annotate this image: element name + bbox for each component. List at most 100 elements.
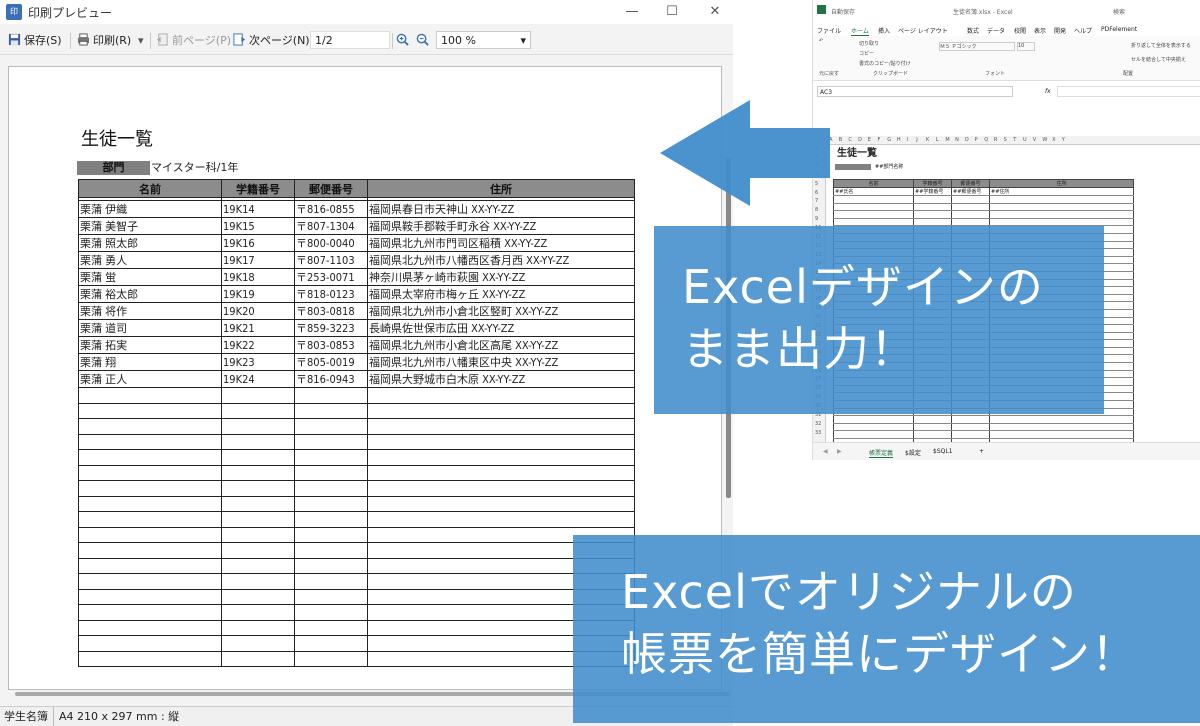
zoom-select[interactable]: 100 % ▾ (436, 31, 531, 49)
sheet-cell[interactable] (989, 415, 1134, 424)
column-letter[interactable]: Y (1062, 137, 1065, 143)
close-button[interactable]: ✕ (703, 2, 727, 22)
sheet-column-header[interactable]: 名前 (833, 179, 914, 188)
column-letter[interactable]: W (1042, 137, 1047, 143)
formula-input[interactable] (1057, 86, 1200, 97)
prev-sheet-icon[interactable]: ◀ (823, 448, 828, 455)
zoom-out-button[interactable] (416, 32, 432, 50)
sheet-cell[interactable] (989, 195, 1134, 204)
column-letter[interactable]: T (1013, 137, 1016, 143)
sheet-cell[interactable] (913, 415, 952, 424)
print-dropdown-caret[interactable]: ▾ (138, 32, 144, 50)
sheet-cell[interactable] (989, 423, 1134, 432)
sheet-cell[interactable]: ##氏名 (833, 187, 914, 196)
format-painter-button[interactable]: 書式のコピー/貼り付け (859, 60, 911, 67)
sheet-cell[interactable] (951, 415, 990, 424)
column-letter[interactable]: R (994, 137, 997, 143)
ribbon-tab[interactable]: 開発 (1054, 26, 1066, 35)
ribbon-tab[interactable]: 表示 (1034, 26, 1046, 35)
zoom-in-button[interactable] (396, 32, 412, 50)
sheet-cell[interactable] (989, 210, 1134, 219)
merge-center-button[interactable]: セルを結合して中央揃え (1131, 56, 1186, 63)
sheet-cell[interactable] (833, 203, 914, 212)
font-name-select[interactable]: ＭＳ Ｐゴシック (939, 42, 1015, 51)
ribbon-tab[interactable]: 校閲 (1014, 26, 1026, 35)
sheet-cell[interactable] (913, 195, 952, 204)
column-letter[interactable]: H (897, 137, 901, 143)
row-number[interactable]: 9 (815, 216, 818, 222)
maximize-button[interactable]: ☐ (660, 2, 684, 22)
sheet-cell[interactable]: ##郵便番号 (951, 187, 990, 196)
copy-button[interactable]: コピー (859, 50, 874, 57)
ribbon-tab[interactable]: ページ レイアウト (898, 26, 948, 35)
next-page-button[interactable]: 次ページ(N) (233, 32, 310, 50)
font-size-select[interactable]: 10 (1017, 42, 1035, 51)
print-button[interactable]: 印刷(R) (77, 32, 131, 50)
sheet-cell[interactable] (951, 203, 990, 212)
sheet-cell[interactable] (951, 195, 990, 204)
sheet-tab[interactable]: 帳票定義 (869, 448, 894, 458)
sheet-cell[interactable] (989, 218, 1134, 227)
minimize-button[interactable]: — (620, 2, 644, 22)
ribbon-tab[interactable]: ホーム (851, 26, 869, 36)
sheet-cell[interactable] (913, 210, 952, 219)
name-box[interactable]: AC3 (817, 86, 1013, 97)
sheet-column-header[interactable]: 住所 (989, 179, 1134, 188)
column-letter[interactable]: X (1052, 137, 1055, 143)
column-letter[interactable]: U (1023, 137, 1027, 143)
sheet-tab[interactable]: $設定 (905, 448, 921, 457)
column-letter[interactable]: D (858, 137, 862, 143)
column-letter[interactable]: G (887, 137, 891, 143)
column-letter[interactable]: E (868, 137, 871, 143)
column-letter[interactable]: B (839, 137, 842, 143)
add-sheet-button[interactable]: + (979, 448, 984, 455)
row-number[interactable]: 32 (815, 421, 821, 427)
sheet-cell[interactable] (951, 430, 990, 439)
sheet-title-cell[interactable]: 生徒一覧 (837, 144, 877, 159)
next-sheet-icon[interactable]: ▶ (837, 448, 842, 455)
sheet-cell[interactable] (989, 430, 1134, 439)
sheet-cell[interactable] (833, 195, 914, 204)
column-letter[interactable]: I (907, 137, 908, 143)
column-letter[interactable]: N (955, 137, 959, 143)
prev-page-button[interactable]: 前ページ(P) (156, 32, 231, 50)
ribbon-tab[interactable]: 挿入 (878, 26, 890, 35)
sheet-cell[interactable] (833, 430, 914, 439)
ribbon-tab[interactable]: 数式 (967, 26, 979, 35)
sheet-cell[interactable] (833, 210, 914, 219)
sheet-cell[interactable] (989, 203, 1134, 212)
sheet-cell[interactable] (913, 218, 952, 227)
column-letter[interactable]: L (936, 137, 939, 143)
ribbon-tab[interactable]: データ (987, 26, 1005, 35)
column-letter[interactable]: C (848, 137, 852, 143)
sheet-cell[interactable] (913, 423, 952, 432)
cut-button[interactable]: 切り取り (859, 40, 879, 47)
sheet-cell[interactable] (833, 218, 914, 227)
column-letter[interactable]: M (945, 137, 949, 143)
column-letter[interactable]: Q (984, 137, 988, 143)
column-letter[interactable]: V (1033, 137, 1036, 143)
sheet-cell[interactable] (951, 218, 990, 227)
sheet-dept-placeholder[interactable]: ##部門名称 (875, 163, 903, 170)
sheet-cell[interactable] (951, 210, 990, 219)
sheet-cell[interactable]: ##学籍番号 (913, 187, 952, 196)
sheet-cell[interactable] (913, 430, 952, 439)
column-letter[interactable]: K (926, 137, 929, 143)
sheet-cell[interactable] (833, 423, 914, 432)
column-letter[interactable]: O (965, 137, 969, 143)
ribbon-tab[interactable]: ファイル (817, 26, 841, 35)
sheet-cell[interactable] (913, 203, 952, 212)
wrap-text-button[interactable]: 折り返して全体を表示する (1131, 42, 1191, 49)
page-indicator[interactable]: 1/2 (310, 31, 390, 49)
column-letter[interactable]: P (975, 137, 978, 143)
sheet-cell[interactable] (833, 415, 914, 424)
ribbon-tab[interactable]: PDFelement (1101, 26, 1137, 33)
row-number[interactable]: 8 (815, 207, 818, 213)
sheet-cell[interactable]: ##住所 (989, 187, 1134, 196)
column-letter[interactable]: F (878, 137, 881, 143)
fx-icon[interactable]: fx (1045, 86, 1051, 97)
sheet-tab[interactable]: $SQL1 (933, 448, 953, 455)
undo-icon[interactable]: ↶ (819, 38, 823, 44)
ribbon-tab[interactable]: ヘルプ (1074, 26, 1092, 35)
excel-autosave[interactable]: 自動保存 (831, 7, 855, 16)
